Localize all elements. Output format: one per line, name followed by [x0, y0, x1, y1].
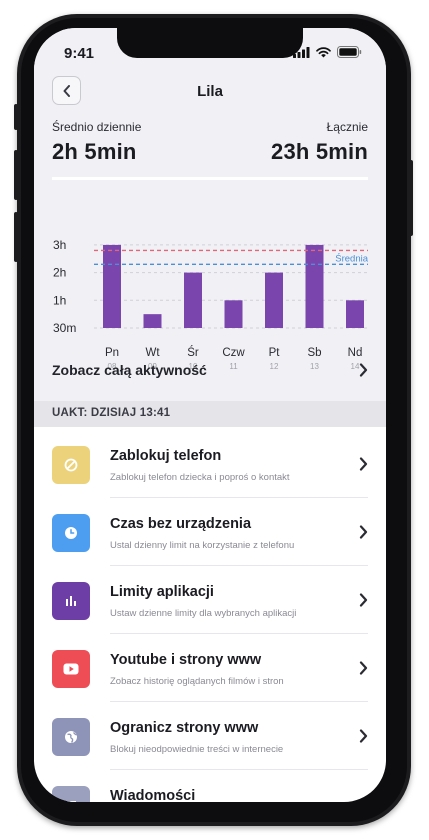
chevron-right-icon[interactable] — [359, 661, 368, 680]
menu-item[interactable]: Czas bez urządzenia Ustal dzienny limit n… — [34, 498, 386, 566]
avg-label: Średnio dziennie — [52, 120, 142, 134]
wifi-icon — [316, 46, 331, 57]
globe-icon — [52, 718, 90, 756]
bar — [346, 300, 364, 328]
bar — [103, 244, 121, 328]
status-time: 9:41 — [64, 45, 95, 62]
x-tick-label: Czw — [222, 347, 245, 359]
reference-line-label: Średnia — [335, 252, 368, 264]
menu-item-subtitle: Zablokuj telefon dziecka i poproś o kont… — [110, 472, 290, 483]
play-icon — [52, 650, 90, 688]
chevron-right-icon[interactable] — [359, 363, 368, 377]
side-button-volume-up — [14, 150, 18, 200]
menu-item[interactable]: Zablokuj telefon Zablokuj telefon dziecka… — [34, 430, 386, 498]
screen: 9:41 Lila Średnio dziennie 2h 5min Łączn… — [34, 28, 386, 802]
x-tick-label: Sb — [307, 347, 321, 359]
action-list: Zablokuj telefon Zablokuj telefon dziecka… — [34, 430, 386, 802]
y-tick-label: 30m — [53, 321, 76, 335]
y-tick-label: 1h — [53, 293, 66, 307]
status-icons — [293, 46, 362, 58]
bar — [184, 272, 202, 328]
x-tick-date: 12 — [270, 362, 279, 371]
x-tick-label: Śr — [187, 346, 199, 359]
chevron-right-icon[interactable] — [359, 729, 368, 748]
avg-value: 2h 5min — [52, 139, 137, 164]
menu-item-subtitle: Ustal dzienny limit na korzystanie z tel… — [110, 540, 295, 551]
bar — [224, 300, 243, 328]
x-tick-date: 13 — [310, 362, 319, 371]
chevron-right-icon[interactable] — [359, 457, 368, 476]
menu-item-title: Czas bez urządzenia — [110, 516, 252, 532]
menu-item-title: Zablokuj telefon — [110, 448, 222, 464]
update-timestamp: UAKT: DZISIAJ 13:41 — [34, 401, 386, 427]
side-button-volume-down — [14, 212, 18, 262]
menu-item-subtitle: Blokuj nieodpowiednie treści w interneci… — [110, 744, 284, 755]
menu-item-subtitle: Zobacz historię oglądanych filmów i stro… — [110, 676, 284, 687]
total-value: 23h 5min — [271, 139, 368, 164]
x-tick-label: Pn — [105, 347, 119, 359]
chevron-right-icon[interactable] — [359, 525, 368, 544]
battery-icon — [337, 46, 362, 58]
block-icon — [52, 446, 90, 484]
menu-item[interactable]: Youtube i strony www Zobacz historię oglą… — [34, 634, 386, 702]
bar-chart-icon — [52, 582, 90, 620]
menu-item[interactable]: Wiadomości — [34, 770, 386, 802]
menu-item[interactable]: Limity aplikacji Ustaw dzienne limity dla… — [34, 566, 386, 634]
notch — [117, 28, 303, 58]
total-label: Łącznie — [326, 120, 368, 134]
bar — [305, 244, 324, 328]
x-tick-date: 11 — [229, 362, 238, 371]
see-all-activity-link[interactable]: Zobacz całą aktywność — [52, 362, 207, 378]
side-button-mute — [14, 104, 18, 130]
usage-bar-chart: 3h2h1h30mPn08Wt09Śr10Czw11Pt12Sb13Nd14Śr… — [53, 238, 369, 371]
y-tick-label: 2h — [53, 266, 66, 280]
side-button-power — [409, 160, 413, 236]
x-tick-label: Wt — [145, 347, 160, 359]
menu-item-title: Limity aplikacji — [110, 584, 214, 600]
chevron-right-icon[interactable] — [359, 593, 368, 612]
menu-item[interactable]: Ogranicz strony www Blokuj nieodpowiednie… — [34, 702, 386, 770]
y-tick-label: 3h — [53, 238, 66, 252]
menu-item-title: Youtube i strony www — [110, 652, 262, 668]
page-title: Lila — [197, 83, 223, 100]
menu-item-subtitle: Ustaw dzienne limity dla wybranych aplik… — [110, 608, 297, 619]
x-tick-label: Pt — [269, 347, 281, 359]
bar — [265, 272, 283, 328]
bar — [143, 314, 162, 328]
clock-icon — [52, 514, 90, 552]
menu-item-title: Ogranicz strony www — [110, 720, 259, 736]
x-tick-label: Nd — [348, 347, 363, 359]
menu-item-title: Wiadomości — [110, 788, 196, 802]
message-icon — [52, 786, 90, 802]
summary-divider — [52, 177, 368, 180]
